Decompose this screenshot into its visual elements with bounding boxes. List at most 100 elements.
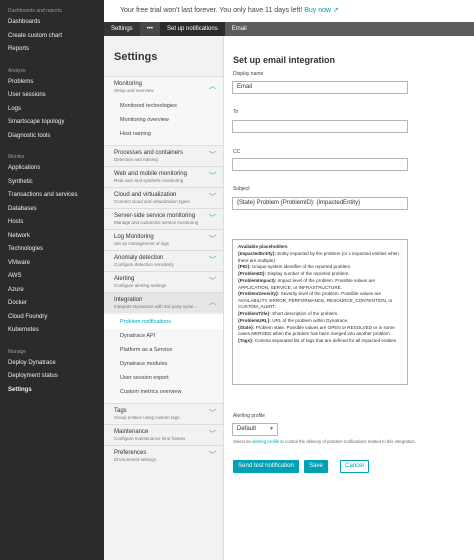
settings-section-maintenance[interactable]: Maintenance Configure maintenance time f… [104,424,223,445]
section-subtitle: Manage and customize service monitoring [114,220,199,225]
alerting-profile-select[interactable]: Default ▾ [232,423,278,436]
sidebar-item-cloud-foundry[interactable]: Cloud Foundry [0,311,104,325]
breadcrumb: Settings ••• Set up notifications Email [104,22,474,36]
settings-section-preferences[interactable]: Preferences Environment settings ﹀ [104,445,223,466]
settings-menu: Settings Monitoring Setup and overview ︿… [104,36,224,560]
sidebar-item-azure[interactable]: Azure [0,284,104,298]
section-subtitle: Configure alerting settings [114,283,167,288]
settings-section-server-side[interactable]: Server-side service monitoring Manage an… [104,208,223,229]
placeholder-item: {ProblemID}: Display number of the repor… [238,271,350,277]
settings-item-platform-as-a-service[interactable]: Platform as a Service [104,343,223,357]
display-name-input[interactable]: Email [232,81,408,94]
buy-now-link[interactable]: Buy now ↗ [304,7,339,14]
section-subtitle: Integrate Dynatrace with 3rd party syste… [114,304,198,309]
chevron-down-icon: ﹀ [209,194,216,201]
chevron-down-icon: ﹀ [209,236,216,243]
sidebar-item-deploy-dynatrace[interactable]: Deploy Dynatrace [0,357,104,371]
send-test-notification-button[interactable]: Send test notification [233,460,299,473]
breadcrumb-set-up-notifications[interactable]: Set up notifications [160,22,225,36]
settings-section-anomaly-detection[interactable]: Anomaly detection Configure detection se… [104,250,223,271]
breadcrumb-settings[interactable]: Settings [104,22,140,36]
section-title: Alerting [114,276,135,282]
chevron-down-icon: ﹀ [209,452,216,459]
settings-item-host-naming[interactable]: Host naming [104,127,223,141]
cc-input[interactable] [232,158,408,171]
chevron-down-icon: ﹀ [209,278,216,285]
sidebar-item-databases[interactable]: Databases [0,203,104,217]
sidebar-item-diagnostic-tools[interactable]: Diagnostic tools [0,130,104,144]
sidebar-item-user-sessions[interactable]: User sessions [0,89,104,103]
sidebar-item-docker[interactable]: Docker [0,297,104,311]
settings-item-monitoring-overview[interactable]: Monitoring overview [104,113,223,127]
sidebar-item-deployment-status[interactable]: Deployment status [0,370,104,384]
alerting-profile-link[interactable]: alerting profile [252,439,279,444]
settings-item-user-session-export[interactable]: User session export [104,371,223,385]
settings-item-monitored-technologies[interactable]: Monitored technologies [104,99,223,113]
sidebar-item-problems[interactable]: Problems [0,76,104,90]
placeholder-item: {ProblemSeverity}: Severity level of the… [238,291,393,310]
chevron-up-icon: ︿ [209,83,216,90]
integration-subitems: Problem notifications Dynatrace API Plat… [104,313,223,403]
section-title: Anomaly detection [114,255,164,261]
sidebar-item-vmware[interactable]: VMware [0,257,104,271]
sidebar-item-settings[interactable]: Settings [0,384,104,398]
section-title: Web and mobile monitoring [114,171,187,177]
sidebar-item-create-custom-chart[interactable]: Create custom chart [0,30,104,44]
chevron-down-icon: ﹀ [209,215,216,222]
display-name-label: Display name [233,71,264,77]
placeholder-item: {ProblemImpact}: Impact level of the pro… [238,278,376,290]
cancel-button[interactable]: Cancel [340,460,369,473]
breadcrumb-more[interactable]: ••• [140,22,160,36]
sidebar-heading-monitor: Monitor [8,154,25,160]
placeholders-title: Available placeholders [238,244,288,249]
settings-section-processes[interactable]: Processes and containers Detection and n… [104,145,223,166]
section-subtitle: Setup and overview [114,88,154,93]
settings-item-problem-notifications[interactable]: Problem notifications [104,315,223,329]
main-nav-sidebar: Dashboards and reports Dashboards Create… [0,0,104,560]
save-button[interactable]: Save [304,460,328,473]
settings-item-dynatrace-modules[interactable]: Dynatrace modules [104,357,223,371]
sidebar-heading-manage: Manage [8,348,27,355]
settings-item-custom-metrics-overview[interactable]: Custom metrics overview [104,385,223,399]
settings-item-dynatrace-api[interactable]: Dynatrace API [104,329,223,343]
placeholder-item: {PID}: Unique system identifier of the r… [238,264,352,270]
sidebar-heading-analyze: Analyze [8,67,26,74]
subject-input[interactable]: {State} Problem {ProblemID}: {ImpactedEn… [232,197,408,210]
sidebar-item-technologies[interactable]: Technologies [0,243,104,257]
chevron-down-icon: ▾ [269,426,273,432]
trial-banner-text: Your free trial won't last forever. You … [120,7,303,14]
settings-title: Settings [114,51,158,63]
to-input[interactable] [232,120,408,133]
sidebar-item-transactions-and-services[interactable]: Transactions and services [0,189,104,203]
sidebar-item-dashboards[interactable]: Dashboards [0,16,104,30]
sidebar-item-hosts[interactable]: Hosts [0,216,104,230]
chevron-down-icon: ﹀ [209,152,216,159]
settings-section-log-monitoring[interactable]: Log Monitoring Set up management of logs… [104,229,223,250]
sidebar-item-applications[interactable]: Applications [0,162,104,176]
settings-section-tags[interactable]: Tags Group entities using custom tags ﹀ [104,403,223,424]
section-subtitle: Environment settings [114,457,157,462]
trial-banner: Your free trial won't last forever. You … [104,0,474,22]
section-subtitle: Detection and naming [114,157,158,162]
sidebar-item-logs[interactable]: Logs [0,103,104,117]
settings-section-integration[interactable]: Integration Integrate Dynatrace with 3rd… [104,292,223,313]
settings-section-web-mobile[interactable]: Web and mobile monitoring Real user and … [104,166,223,187]
breadcrumb-email: Email [224,22,474,36]
sidebar-item-smartscape-topology[interactable]: Smartscape topology [0,116,104,130]
sidebar-item-network[interactable]: Network [0,230,104,244]
sidebar-item-reports[interactable]: Reports [0,43,104,57]
sidebar-item-synthetic[interactable]: Synthetic [0,176,104,190]
external-link-icon: ↗ [333,7,339,14]
section-subtitle: Set up management of logs [114,241,170,246]
sidebar-item-kubernetes[interactable]: Kubernetes [0,324,104,338]
section-title: Integration [114,297,143,303]
settings-section-cloud[interactable]: Cloud and virtualization Connect cloud a… [104,187,223,208]
email-integration-form: Set up email integration Display name Em… [224,36,474,560]
settings-section-alerting[interactable]: Alerting Configure alerting settings ﹀ [104,271,223,292]
settings-section-monitoring[interactable]: Monitoring Setup and overview ︿ [104,76,223,97]
section-subtitle: Group entities using custom tags [114,415,180,420]
sidebar-item-aws[interactable]: AWS [0,270,104,284]
chevron-down-icon: ﹀ [209,410,216,417]
section-title: Monitoring [114,81,143,87]
chevron-down-icon: ﹀ [209,173,216,180]
